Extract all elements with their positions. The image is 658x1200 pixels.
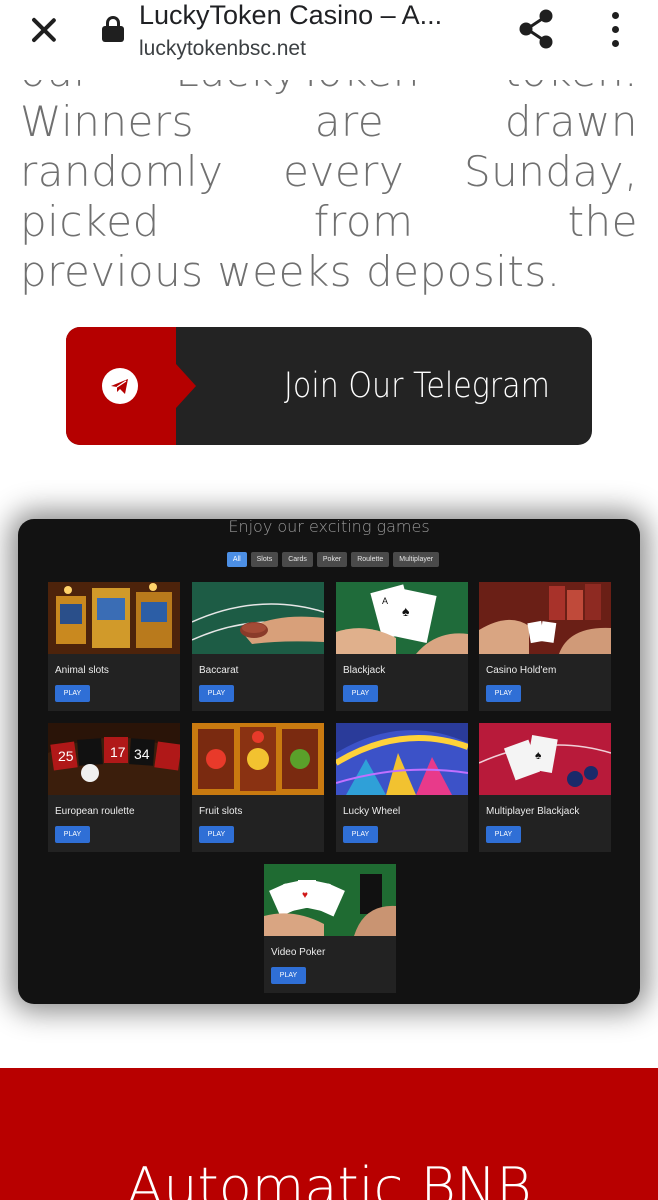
filter-tab-all[interactable]: All <box>226 552 247 567</box>
game-card-blackjack[interactable]: ♠ A Blackjack PLAY <box>336 582 468 711</box>
play-button[interactable]: PLAY <box>486 826 521 843</box>
play-button[interactable]: PLAY <box>486 685 521 702</box>
play-button[interactable]: PLAY <box>343 826 378 843</box>
game-thumbnail[interactable] <box>479 582 611 654</box>
game-filter-tabs: All Slots Cards Poker Roulette Multiplay… <box>18 552 640 567</box>
game-thumbnail[interactable] <box>336 723 468 795</box>
game-card-fruit-slots[interactable]: Fruit slots PLAY <box>192 723 324 852</box>
game-name: European roulette <box>55 806 135 817</box>
play-button[interactable]: PLAY <box>55 826 90 843</box>
game-thumbnail[interactable]: ♠ <box>479 723 611 795</box>
game-name: Casino Hold'em <box>486 665 557 676</box>
intro-text-last-line: previous weeks deposits. <box>20 247 561 296</box>
filter-tab-cards[interactable]: Cards <box>282 552 313 567</box>
game-thumbnail[interactable]: ♠ A <box>336 582 468 654</box>
game-thumbnail[interactable]: 25 17 34 <box>48 723 180 795</box>
telegram-plane-icon <box>102 368 138 404</box>
svg-text:17: 17 <box>110 744 126 760</box>
game-name: Blackjack <box>343 665 386 676</box>
play-button[interactable]: PLAY <box>199 826 234 843</box>
game-name: Baccarat <box>199 665 239 676</box>
game-name: Video Poker <box>271 947 326 958</box>
game-thumbnail[interactable] <box>192 723 324 795</box>
join-telegram-label: Join Our Telegram <box>284 366 550 406</box>
game-thumbnail[interactable] <box>192 582 324 654</box>
game-thumbnail[interactable]: ♥ <box>264 864 396 936</box>
svg-text:♠: ♠ <box>402 605 410 620</box>
filter-tab-poker[interactable]: Poker <box>316 552 348 567</box>
game-card-baccarat[interactable]: Baccarat PLAY <box>192 582 324 711</box>
games-panel: Enjoy our exciting games All Slots Cards… <box>18 519 640 1004</box>
game-card-european-roulette[interactable]: 25 17 34 European roulette PLAY <box>48 723 180 852</box>
game-card-animal-slots[interactable]: Animal slots PLAY <box>48 582 180 711</box>
browser-toolbar: LuckyToken Casino – A... luckytokenbsc.n… <box>0 0 658 80</box>
lock-icon[interactable] <box>102 16 124 42</box>
page-url[interactable]: luckytokenbsc.net <box>139 37 306 61</box>
game-name: Animal slots <box>55 665 109 676</box>
play-button[interactable]: PLAY <box>199 685 234 702</box>
filter-tab-multiplayer[interactable]: Multiplayer <box>393 552 440 567</box>
page-title: LuckyToken Casino – A... <box>139 0 443 30</box>
bnb-heading: Automatic BNB <box>126 1156 532 1200</box>
more-vert-icon[interactable] <box>600 10 630 50</box>
svg-text:♥: ♥ <box>302 890 308 901</box>
game-card-video-poker[interactable]: ♥ Video Poker PLAY <box>264 864 396 993</box>
intro-paragraph: our LuckyToken token. Winners are drawn … <box>20 47 638 297</box>
game-card-lucky-wheel[interactable]: Lucky Wheel PLAY <box>336 723 468 852</box>
games-title: Enjoy our exciting games <box>228 517 430 536</box>
play-button[interactable]: PLAY <box>55 685 90 702</box>
game-name: Multiplayer Blackjack <box>486 806 580 817</box>
share-icon[interactable] <box>515 8 559 50</box>
join-telegram-button[interactable]: Join Our Telegram <box>66 327 592 445</box>
bnb-section: Automatic BNB <box>0 1068 658 1200</box>
filter-tab-slots[interactable]: Slots <box>250 552 279 567</box>
game-card-casino-holdem[interactable]: Casino Hold'em PLAY <box>479 582 611 711</box>
game-name: Fruit slots <box>199 806 243 817</box>
svg-text:25: 25 <box>58 748 74 764</box>
game-card-multiplayer-blackjack[interactable]: ♠ Multiplayer Blackjack PLAY <box>479 723 611 852</box>
svg-text:34: 34 <box>134 746 150 762</box>
close-icon[interactable] <box>24 10 64 50</box>
play-button[interactable]: PLAY <box>343 685 378 702</box>
game-name: Lucky Wheel <box>343 806 401 817</box>
game-thumbnail[interactable] <box>48 582 180 654</box>
svg-text:A: A <box>382 596 388 606</box>
filter-tab-roulette[interactable]: Roulette <box>351 552 390 567</box>
svg-text:♠: ♠ <box>535 748 542 762</box>
play-button[interactable]: PLAY <box>271 967 306 984</box>
